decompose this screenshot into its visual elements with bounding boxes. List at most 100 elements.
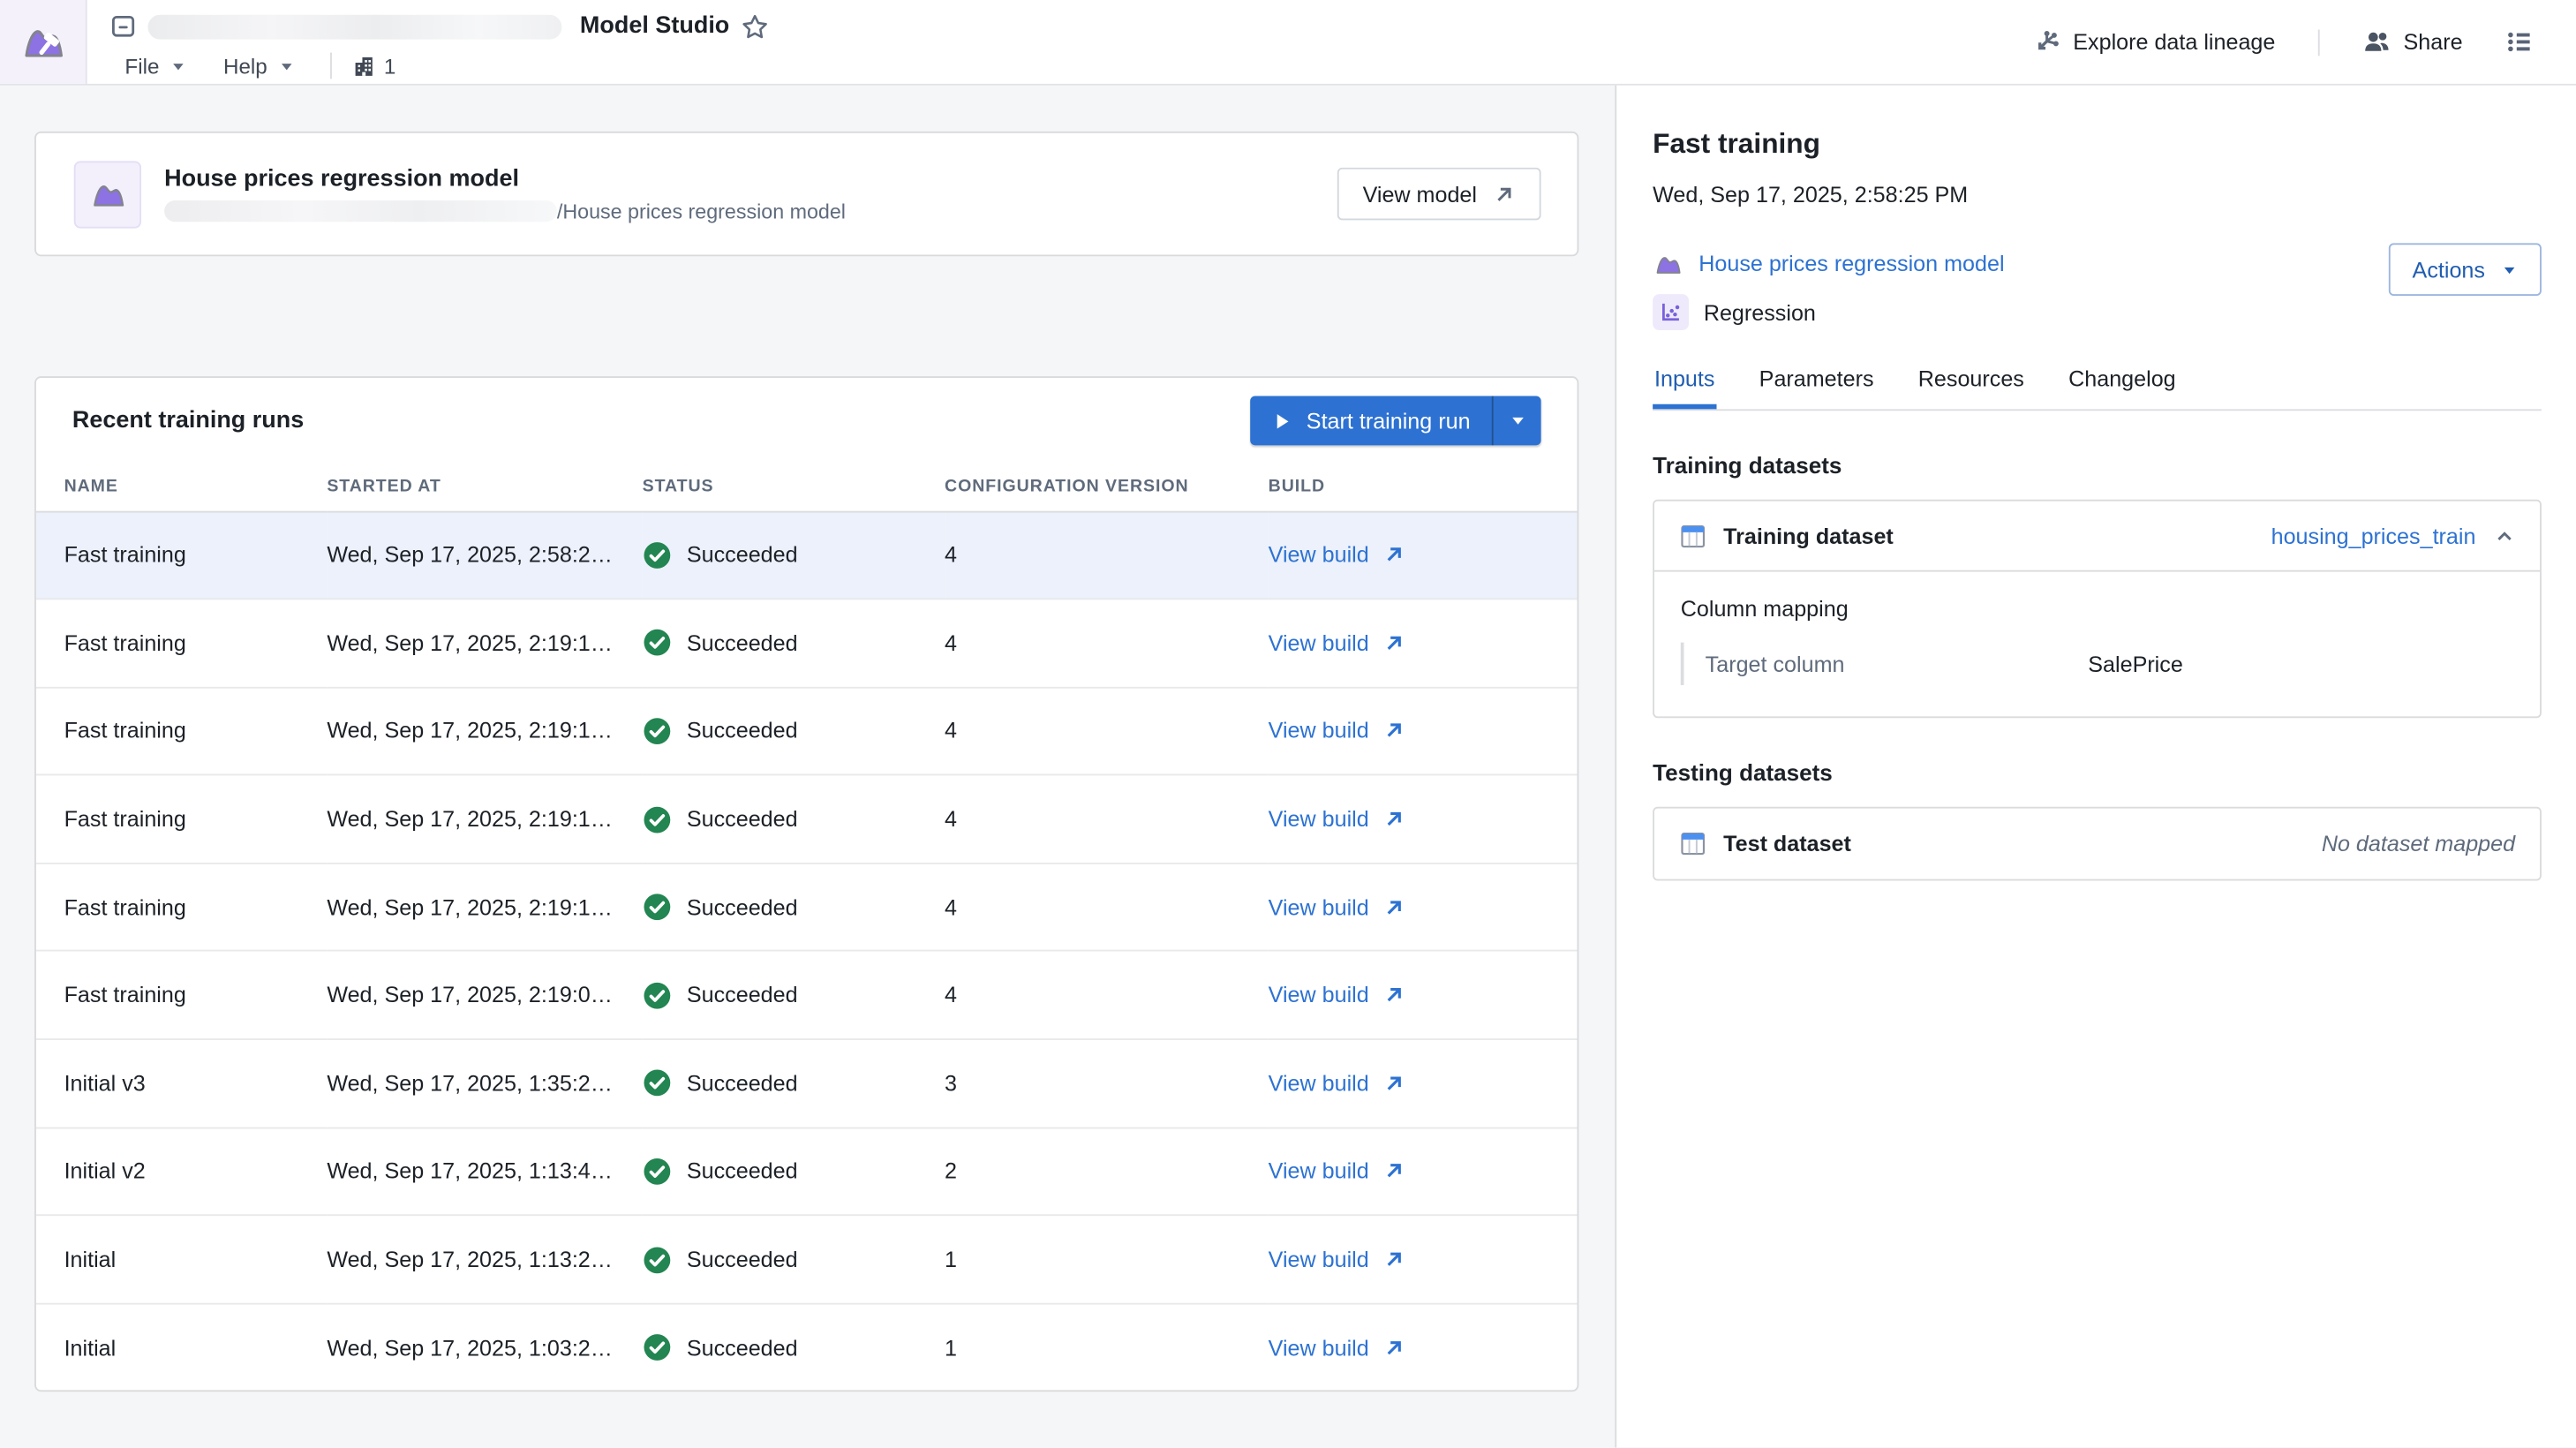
view-model-button[interactable]: View model: [1338, 168, 1541, 221]
run-status: Succeeded: [643, 1303, 945, 1391]
view-build-link[interactable]: View build: [1269, 807, 1407, 832]
model-link[interactable]: House prices regression model: [1699, 252, 2004, 276]
table-row[interactable]: Fast training Wed, Sep 17, 2025, 2:19:1……: [36, 599, 1578, 687]
properties-list-button[interactable]: [2492, 18, 2546, 65]
run-name: Fast training: [36, 864, 327, 952]
header-divider: [2318, 29, 2320, 56]
run-started-at: Wed, Sep 17, 2025, 1:13:4…: [327, 1127, 642, 1216]
tab-resources[interactable]: Resources: [1917, 366, 2026, 409]
table-row[interactable]: Initial Wed, Sep 17, 2025, 1:03:2… Succe…: [36, 1303, 1578, 1391]
run-started-at: Wed, Sep 17, 2025, 2:58:2…: [327, 511, 642, 600]
table-row[interactable]: Fast training Wed, Sep 17, 2025, 2:19:1……: [36, 687, 1578, 775]
arrow-top-right-icon: [1382, 1071, 1407, 1096]
model-mountain-icon: [88, 174, 128, 214]
dataset-table-icon: [1679, 830, 1707, 858]
menu-divider: [330, 53, 332, 79]
share-button[interactable]: Share: [2349, 18, 2475, 65]
project-box-icon: [110, 13, 137, 40]
start-training-run-caret-button[interactable]: [1492, 396, 1541, 445]
run-name: Initial v2: [36, 1127, 327, 1216]
table-row[interactable]: Fast training Wed, Sep 17, 2025, 2:19:1……: [36, 864, 1578, 952]
run-name: Fast training: [36, 511, 327, 600]
run-config-version: 1: [945, 1303, 1269, 1391]
view-build-link[interactable]: View build: [1269, 983, 1407, 1007]
run-build: View build: [1269, 1303, 1578, 1391]
run-name: Fast training: [36, 951, 327, 1039]
view-build-link[interactable]: View build: [1269, 1248, 1407, 1272]
chevron-up-icon[interactable]: [2494, 525, 2515, 547]
favorite-star-icon[interactable]: [741, 12, 769, 41]
training-runs-header: Recent training runs Start training run: [36, 378, 1578, 464]
model-summary-card: House prices regression model /House pri…: [34, 132, 1578, 256]
explore-data-lineage-button[interactable]: Explore data lineage: [2019, 18, 2288, 65]
run-status: Succeeded: [643, 951, 945, 1039]
view-build-link[interactable]: View build: [1269, 719, 1407, 743]
model-title: House prices regression model: [164, 165, 1338, 192]
test-dataset-label: Test dataset: [1723, 832, 1851, 856]
run-started-at: Wed, Sep 17, 2025, 1:35:2…: [327, 1039, 642, 1127]
caret-down-icon: [1507, 411, 1526, 430]
run-build: View build: [1269, 864, 1578, 952]
run-status-label: Succeeded: [687, 630, 798, 655]
column-mapping-label: Column mapping: [1681, 597, 2514, 622]
file-menu[interactable]: File: [110, 49, 202, 83]
test-dataset-empty-text: No dataset mapped: [2322, 832, 2515, 856]
tab-changelog[interactable]: Changelog: [2067, 366, 2177, 409]
run-started-at: Wed, Sep 17, 2025, 1:13:2…: [327, 1216, 642, 1304]
run-status-label: Succeeded: [687, 543, 798, 568]
run-status-label: Succeeded: [687, 719, 798, 743]
arrow-top-right-icon: [1382, 719, 1407, 743]
table-row[interactable]: Initial v2 Wed, Sep 17, 2025, 1:13:4… Su…: [36, 1127, 1578, 1216]
model-path: /House prices regression model: [164, 200, 1338, 222]
scatter-chart-icon: [1660, 301, 1683, 324]
model-type-label: Regression: [1704, 300, 1816, 325]
run-started-at: Wed, Sep 17, 2025, 2:19:1…: [327, 775, 642, 864]
workspace-count[interactable]: 1: [351, 53, 396, 78]
run-name: Initial: [36, 1216, 327, 1304]
table-row[interactable]: Initial v3 Wed, Sep 17, 2025, 1:35:2… Su…: [36, 1039, 1578, 1127]
run-status-label: Succeeded: [687, 1071, 798, 1096]
run-status: Succeeded: [643, 775, 945, 864]
detail-tabs: Inputs Parameters Resources Changelog: [1653, 366, 2542, 411]
tab-parameters[interactable]: Parameters: [1758, 366, 1876, 409]
training-dataset-value: housing_prices_train: [2271, 524, 2516, 548]
check-circle-icon: [643, 1068, 672, 1097]
view-build-link[interactable]: View build: [1269, 1336, 1407, 1361]
app-header: Model Studio File Help: [0, 0, 2576, 86]
check-circle-icon: [643, 893, 672, 922]
help-menu[interactable]: Help: [208, 49, 310, 83]
run-config-version: 4: [945, 951, 1269, 1039]
view-build-link[interactable]: View build: [1269, 895, 1407, 920]
table-row[interactable]: Fast training Wed, Sep 17, 2025, 2:58:2……: [36, 511, 1578, 600]
header-title-row: Model Studio: [110, 8, 2019, 44]
start-training-run-button[interactable]: Start training run: [1251, 396, 1492, 445]
table-row[interactable]: Initial Wed, Sep 17, 2025, 1:13:2… Succe…: [36, 1216, 1578, 1304]
table-row[interactable]: Fast training Wed, Sep 17, 2025, 2:19:1……: [36, 775, 1578, 864]
table-row[interactable]: Fast training Wed, Sep 17, 2025, 2:19:0……: [36, 951, 1578, 1039]
run-config-version: 2: [945, 1127, 1269, 1216]
view-build-link[interactable]: View build: [1269, 543, 1407, 568]
training-dataset-label: Training dataset: [1723, 524, 1894, 548]
arrow-top-right-icon: [1382, 543, 1407, 568]
run-name: Fast training: [36, 775, 327, 864]
mapping-rail: [1681, 643, 1684, 685]
main-content: House prices regression model /House pri…: [0, 86, 1615, 1448]
view-build-link[interactable]: View build: [1269, 630, 1407, 655]
tab-inputs[interactable]: Inputs: [1653, 366, 1716, 409]
view-build-link[interactable]: View build: [1269, 1071, 1407, 1096]
actions-button[interactable]: Actions: [2389, 243, 2542, 296]
check-circle-icon: [643, 540, 672, 569]
help-menu-label: Help: [223, 53, 267, 78]
app-logo-strip[interactable]: [0, 0, 87, 84]
run-build: View build: [1269, 1039, 1578, 1127]
model-studio-logo-icon: [20, 19, 64, 64]
test-dataset-card-header: Test dataset No dataset mapped: [1654, 809, 2540, 879]
run-name: Initial: [36, 1303, 327, 1391]
training-dataset-link[interactable]: housing_prices_train: [2271, 524, 2476, 548]
view-build-link[interactable]: View build: [1269, 1159, 1407, 1184]
header-main: Model Studio File Help: [87, 0, 2019, 84]
details-panel: Fast training Wed, Sep 17, 2025, 2:58:25…: [1615, 86, 2576, 1448]
list-icon: [2505, 28, 2534, 57]
run-detail-timestamp: Wed, Sep 17, 2025, 2:58:25 PM: [1653, 183, 2542, 207]
run-build: View build: [1269, 599, 1578, 687]
